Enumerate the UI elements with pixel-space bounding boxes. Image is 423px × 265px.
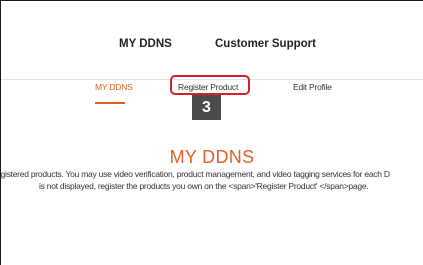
description-line-1: egistered products. You may use video ve… bbox=[0, 169, 390, 179]
top-navigation: MY DDNS Customer Support bbox=[1, 1, 423, 80]
browser-frame: MY DDNS Customer Support MY DDNS Registe… bbox=[0, 0, 423, 265]
register-product-highlight bbox=[170, 75, 250, 95]
active-tab-underline bbox=[95, 102, 125, 104]
description-line-2: is not displayed, register the products … bbox=[39, 181, 369, 191]
tab-edit-profile[interactable]: Edit Profile bbox=[293, 82, 332, 92]
nav-my-ddns[interactable]: MY DDNS bbox=[119, 38, 172, 50]
page-title: MY DDNS bbox=[169, 147, 255, 167]
step-number-badge: 3 bbox=[192, 95, 221, 120]
nav-customer-support[interactable]: Customer Support bbox=[215, 38, 316, 50]
tab-my-ddns[interactable]: MY DDNS bbox=[95, 82, 133, 92]
